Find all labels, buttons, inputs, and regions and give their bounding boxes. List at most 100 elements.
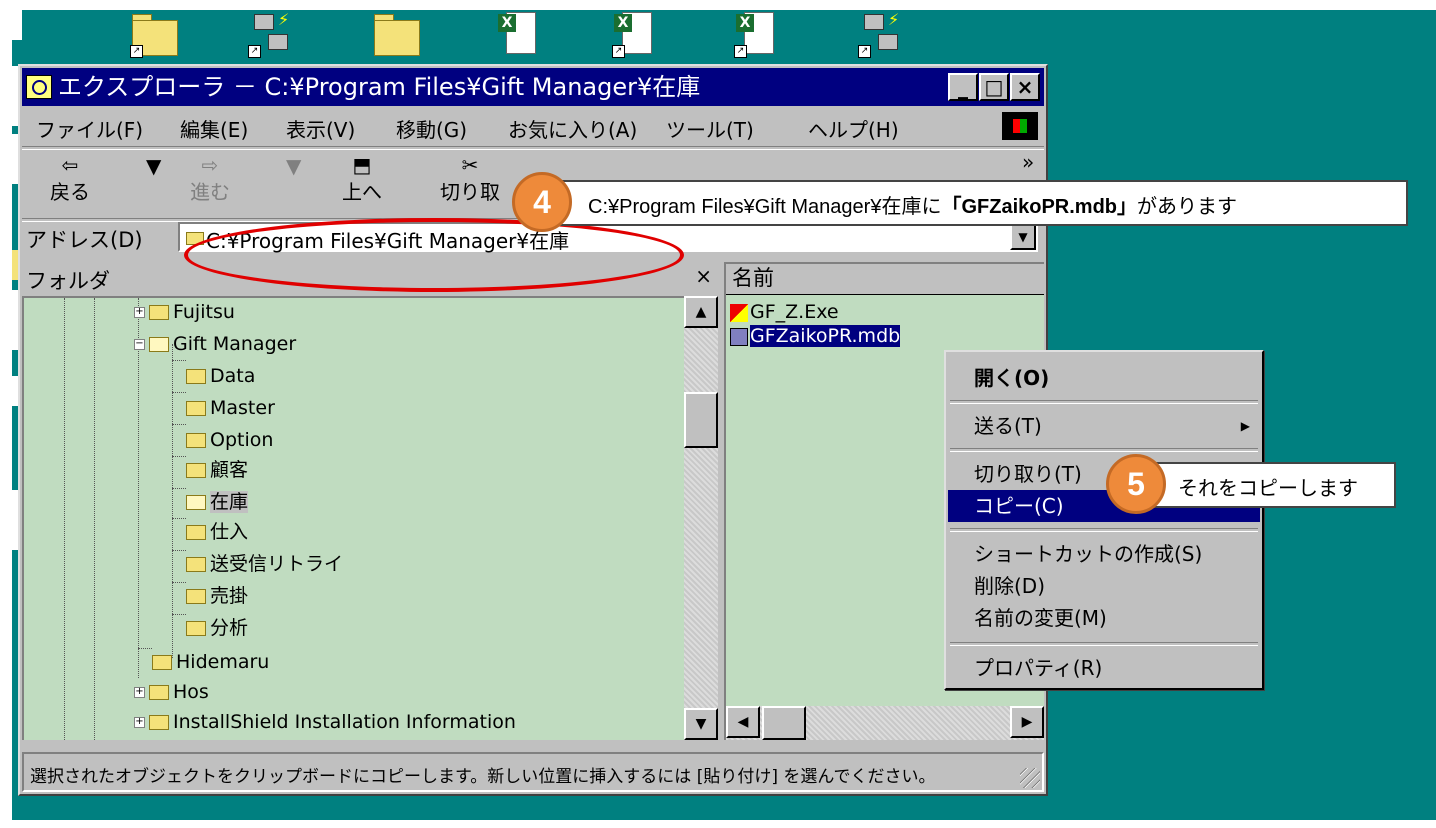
folder-icon <box>152 655 172 670</box>
explorer-icon <box>26 75 52 99</box>
tree-item-inventory[interactable]: 在庫 <box>186 488 249 516</box>
step4-callout: C:¥Program Files¥Gift Manager¥在庫に「GFZaik… <box>540 180 1408 226</box>
tree-item-customers[interactable]: 顧客 <box>186 456 248 484</box>
folder-icon <box>186 589 206 604</box>
desktop-excel-icon[interactable]: X <box>496 10 544 58</box>
folder-icon <box>186 463 206 478</box>
expand-icon[interactable]: + <box>134 307 145 318</box>
address-dropdown-button[interactable]: ▼ <box>1010 224 1036 250</box>
menu-tools[interactable]: ツール(T) <box>666 114 754 143</box>
desktop-excel-shortcut-icon[interactable]: X ↗ <box>734 10 782 58</box>
menu-favorites[interactable]: お気に入り(A) <box>508 114 637 143</box>
tree-item-hidemaru[interactable]: Hidemaru <box>152 648 269 676</box>
menu-item-delete[interactable]: 削除(D) <box>948 570 1260 602</box>
folder-pane-header: フォルダ × <box>22 262 718 294</box>
menu-separator <box>950 448 1258 452</box>
menu-item-create-shortcut[interactable]: ショートカットの作成(S) <box>948 538 1260 570</box>
folder-icon <box>186 433 206 448</box>
desktop-folder-shortcut-icon[interactable]: ↗ <box>130 10 178 58</box>
folder-icon <box>149 685 169 700</box>
close-button[interactable]: × <box>1010 73 1040 101</box>
cut-button[interactable]: ✂ 切り取 <box>440 154 500 205</box>
column-header-name[interactable]: 名前 <box>726 264 1044 295</box>
folder-icon <box>186 525 206 540</box>
tree-item-fujitsu[interactable]: + Fujitsu <box>134 298 235 326</box>
resize-grip-icon[interactable] <box>1020 768 1040 788</box>
menu-edit[interactable]: 編集(E) <box>180 114 248 143</box>
back-dropdown-icon[interactable]: ▼ <box>146 154 161 178</box>
folder-pane: フォルダ × + Fujitsu − Gift Manager Data Maste… <box>22 262 718 740</box>
collapse-icon[interactable]: − <box>134 339 145 350</box>
desktop-excel-shortcut-icon[interactable]: X ↗ <box>612 10 660 58</box>
tree-item-data[interactable]: Data <box>186 362 255 390</box>
folder-icon <box>186 557 206 572</box>
menu-go[interactable]: 移動(G) <box>396 114 467 143</box>
exe-icon <box>730 303 748 322</box>
tree-item-send-receive-retry[interactable]: 送受信リトライ <box>186 550 343 578</box>
forward-button[interactable]: ⇨ 進む <box>190 154 230 205</box>
folder-icon <box>186 621 206 636</box>
database-file-icon <box>730 327 748 346</box>
send-to-label: 送る(T) <box>974 414 1042 438</box>
address-value: C:¥Program Files¥Gift Manager¥在庫 <box>206 229 570 253</box>
status-bar: 選択されたオブジェクトをクリップボードにコピーします。新しい位置に挿入するには … <box>22 752 1044 792</box>
folder-icon <box>186 232 204 245</box>
folder-tree: + Fujitsu − Gift Manager Data Master Optio… <box>22 296 718 740</box>
title-bar[interactable]: エクスプローラ － C:¥Program Files¥Gift Manager¥… <box>22 68 1044 106</box>
tree-item-master[interactable]: Master <box>186 394 275 422</box>
menu-item-send-to[interactable]: 送る(T) ▶ <box>948 410 1260 442</box>
tree-item-option[interactable]: Option <box>186 426 273 454</box>
file-list-horizontal-scrollbar[interactable]: ◀ ▶ <box>726 706 1044 740</box>
tree-item-hos[interactable]: + Hos <box>134 678 209 706</box>
menu-item-properties[interactable]: プロパティ(R) <box>948 652 1260 684</box>
scroll-down-button[interactable]: ▼ <box>684 708 718 740</box>
tree-item-installshield[interactable]: + InstallShield Installation Information <box>134 708 516 736</box>
address-input[interactable]: C:¥Program Files¥Gift Manager¥在庫 ▼ <box>178 222 1038 253</box>
up-label: 上へ <box>342 180 382 204</box>
forward-arrow-icon: ⇨ <box>201 153 219 177</box>
tree-item-receivables[interactable]: 売掛 <box>186 582 248 610</box>
address-label: アドレス(D) <box>26 228 143 252</box>
menu-item-open[interactable]: 開く(O) <box>948 362 1260 394</box>
submenu-arrow-icon: ▶ <box>1240 419 1250 433</box>
expand-icon[interactable]: + <box>134 687 145 698</box>
menu-help[interactable]: ヘルプ(H) <box>808 114 899 143</box>
scroll-thumb[interactable] <box>684 392 718 448</box>
windows-logo-icon <box>1002 112 1038 140</box>
folder-tree-scrollbar[interactable]: ▲ ▼ <box>684 296 718 740</box>
tree-item-analysis[interactable]: 分析 <box>186 614 248 642</box>
folder-pane-close-icon[interactable]: × <box>695 264 712 288</box>
scroll-up-button[interactable]: ▲ <box>684 296 718 328</box>
tree-item-gift-manager[interactable]: − Gift Manager <box>134 330 296 358</box>
minimize-button[interactable]: _ <box>948 73 978 101</box>
menu-item-rename[interactable]: 名前の変更(M) <box>948 602 1260 634</box>
desktop-network-shortcut-icon[interactable]: ⚡ ↗ <box>858 10 906 58</box>
menu-view[interactable]: 表示(V) <box>286 114 355 143</box>
up-folder-icon: ⬒ <box>352 153 372 177</box>
folder-icon <box>186 401 206 416</box>
menu-file[interactable]: ファイル(F) <box>36 114 143 143</box>
scroll-left-button[interactable]: ◀ <box>726 706 760 738</box>
maximize-button[interactable]: □ <box>979 73 1009 101</box>
file-item-selected[interactable]: GFZaikoPR.mdb <box>730 324 901 348</box>
back-label: 戻る <box>50 180 90 204</box>
folder-pane-title: フォルダ <box>26 269 110 293</box>
expand-icon[interactable]: + <box>134 717 145 728</box>
scissors-icon: ✂ <box>461 153 479 177</box>
scroll-right-button[interactable]: ▶ <box>1010 706 1044 738</box>
desktop-network-shortcut-icon[interactable]: ⚡ ↗ <box>248 10 296 58</box>
desktop-folder-icon[interactable] <box>372 10 420 58</box>
tree-item-purchases[interactable]: 仕入 <box>186 518 248 546</box>
cut-label: 切り取 <box>440 180 500 204</box>
menu-bar: ファイル(F) 編集(E) 表示(V) 移動(G) お気に入り(A) ツール(T… <box>22 110 1044 144</box>
open-folder-icon <box>186 495 206 510</box>
file-item[interactable]: GF_Z.Exe <box>730 300 839 324</box>
up-button[interactable]: ⬒ 上へ <box>342 154 382 205</box>
horizontal-scroll-thumb[interactable] <box>762 706 806 740</box>
forward-dropdown-icon[interactable]: ▼ <box>286 154 301 178</box>
menu-separator <box>950 528 1258 532</box>
toolbar-more-button[interactable]: » <box>1022 150 1034 174</box>
folder-icon <box>149 715 169 730</box>
back-button[interactable]: ⇦ 戻る <box>50 154 90 205</box>
folder-icon <box>149 305 169 320</box>
